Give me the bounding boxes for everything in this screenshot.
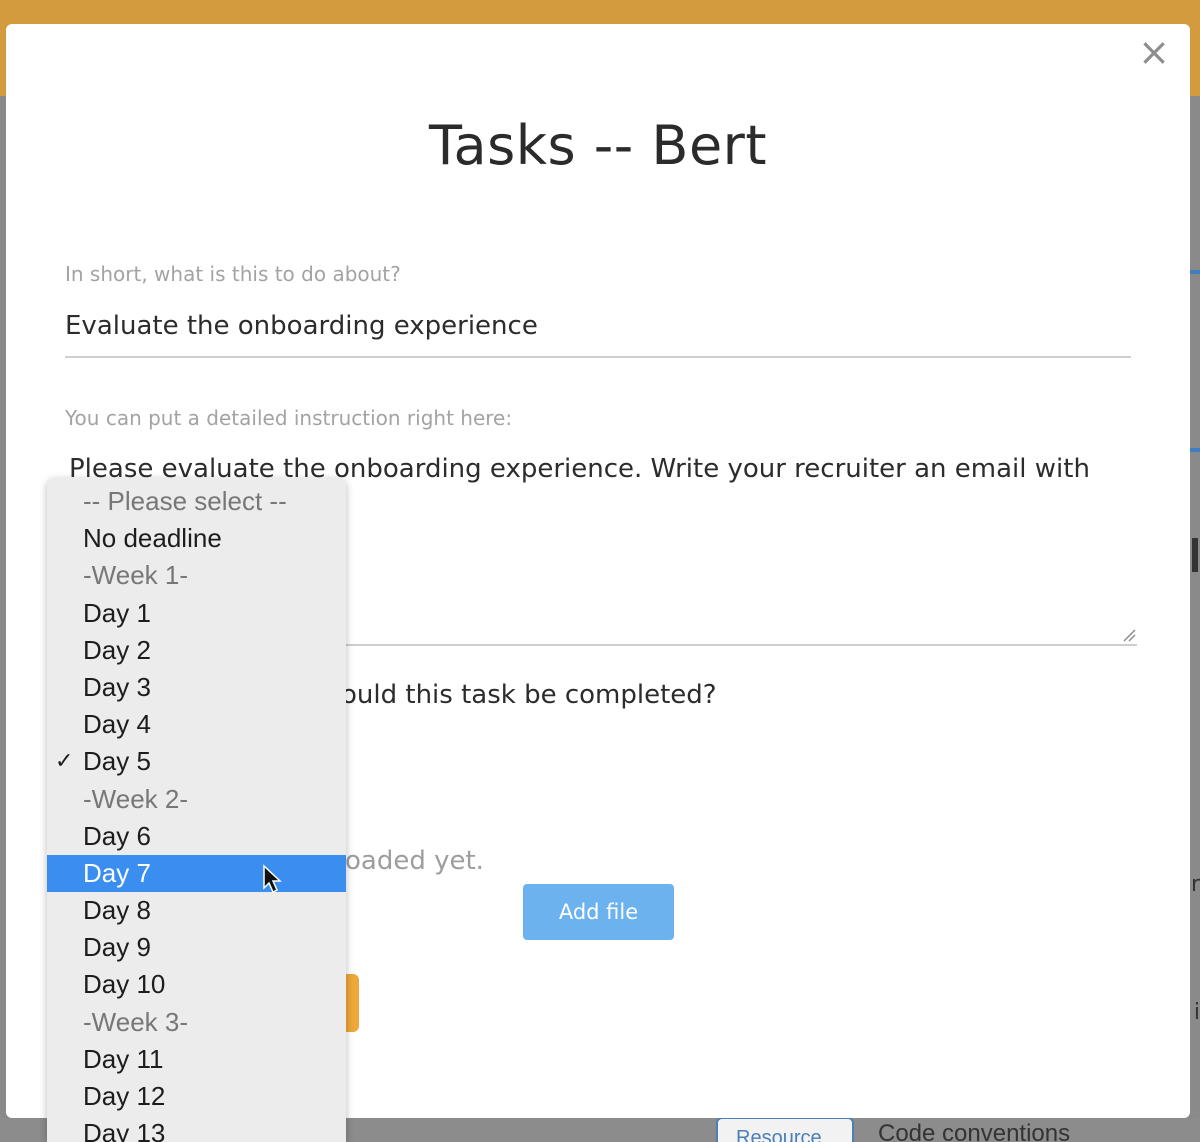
modal-title: Tasks -- Bert — [428, 114, 768, 177]
deadline-dropdown-list[interactable]: -- Please select -- No deadline -Week 1-… — [47, 478, 346, 1142]
dropdown-option[interactable]: Day 3 — [47, 669, 346, 706]
dropdown-option[interactable]: Day 6 — [47, 818, 346, 855]
dropdown-option-label: Day 5 — [83, 746, 151, 777]
add-file-button[interactable]: Add file — [523, 884, 674, 940]
dropdown-option[interactable]: Day 13 — [47, 1115, 346, 1142]
bg-edge-bar — [1192, 538, 1198, 572]
close-icon[interactable]: × — [1136, 32, 1172, 72]
bg-edge-text: r — [1190, 872, 1200, 897]
dropdown-option-hovered[interactable]: Day 7 — [47, 854, 346, 893]
code-conventions-link[interactable]: Code conventions — [878, 1120, 1070, 1142]
summary-input[interactable] — [65, 296, 1131, 358]
dropdown-option[interactable]: Day 9 — [47, 929, 346, 966]
dropdown-option[interactable]: Day 8 — [47, 892, 346, 929]
dropdown-option[interactable]: Day 11 — [47, 1041, 346, 1078]
resize-grip-icon[interactable] — [1122, 628, 1136, 642]
instructions-label: You can put a detailed instruction right… — [65, 406, 513, 430]
checkmark-icon: ✓ — [55, 749, 74, 775]
dropdown-group-label: -Week 3- — [83, 1006, 188, 1037]
dropdown-placeholder: -- Please select -- — [83, 486, 287, 516]
dropdown-option[interactable]: Day 4 — [47, 706, 346, 743]
bg-accent-mark — [1190, 270, 1200, 274]
summary-label: In short, what is this to do about? — [65, 262, 401, 286]
dropdown-option[interactable]: Day 2 — [47, 632, 346, 669]
dropdown-option[interactable]: Day 10 — [47, 966, 346, 1003]
dropdown-group-label: -Week 2- — [83, 783, 188, 814]
dropdown-option-selected[interactable]: ✓ Day 5 — [47, 743, 346, 780]
bg-accent-mark — [1190, 448, 1200, 452]
resource-button[interactable]: Resource — [716, 1117, 854, 1142]
mouse-cursor-icon — [263, 864, 282, 894]
dropdown-option[interactable]: No deadline — [47, 520, 346, 557]
dropdown-option[interactable]: Day 1 — [47, 595, 346, 632]
dropdown-group-label: -Week 1- — [83, 560, 188, 591]
bg-edge-text: i — [1193, 1000, 1200, 1025]
dropdown-option[interactable]: Day 12 — [47, 1078, 346, 1115]
